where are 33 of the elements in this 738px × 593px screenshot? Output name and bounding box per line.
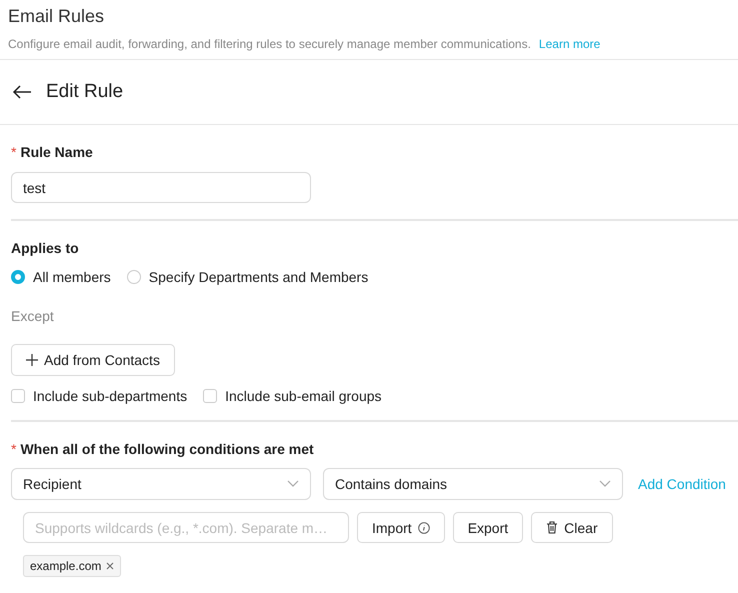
export-button[interactable]: Export: [452, 512, 524, 543]
rule-name-label: Rule Name: [20, 143, 93, 161]
radio-button[interactable]: [126, 270, 141, 284]
edit-rule-title: Edit Rule: [46, 81, 124, 103]
clear-button[interactable]: Clear: [531, 512, 613, 543]
chevron-down-icon: [599, 480, 611, 488]
required-asterisk: *: [11, 143, 16, 161]
page-description: Configure email audit, forwarding, and filtering rules to securely manage member communications.: [8, 37, 531, 51]
except-label: Except: [11, 308, 55, 324]
field-select[interactable]: Recipient: [11, 468, 311, 500]
plus-icon: [26, 354, 38, 366]
import-button[interactable]: Import: [357, 512, 445, 543]
back-arrow-icon[interactable]: [12, 85, 32, 99]
domain-input-field[interactable]: Supports wildcards (e.g., *.com). Separate m…: [23, 512, 349, 543]
chevron-down-icon: [287, 480, 299, 488]
page-title: Email Rules: [8, 5, 106, 27]
trash-icon: [546, 521, 558, 534]
checkbox-label[interactable]: Include sub-email groups: [225, 388, 382, 404]
checkbox[interactable]: [203, 389, 218, 403]
checkbox-label[interactable]: Include sub-departments: [33, 388, 188, 404]
domain-tag: example.com: [23, 555, 122, 577]
operator-select[interactable]: Contains domains: [323, 468, 623, 500]
rule-name-field[interactable]: test: [11, 172, 311, 203]
close-icon[interactable]: [106, 562, 114, 570]
radio-label[interactable]: All members: [33, 269, 111, 285]
info-icon: [418, 522, 430, 534]
checkbox[interactable]: [11, 389, 25, 403]
radio-button[interactable]: [11, 270, 25, 284]
conditions-label: When all of the following conditions are met: [20, 440, 314, 458]
radio-label[interactable]: Specify Departments and Members: [148, 269, 368, 285]
required-asterisk: *: [11, 440, 16, 458]
add-from-contacts-button[interactable]: Add from Contacts: [11, 344, 175, 376]
applies-to-label: Applies to: [11, 239, 79, 257]
